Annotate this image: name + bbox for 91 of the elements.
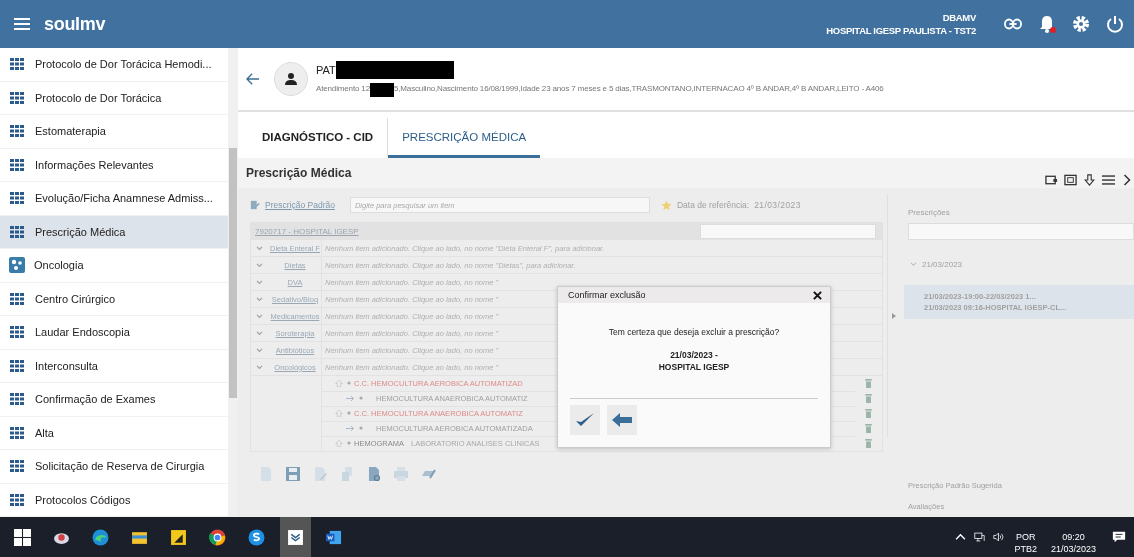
grid-icon	[10, 326, 24, 339]
app-icon[interactable]	[287, 528, 304, 546]
sidebar-item[interactable]: Prescrição Médica	[0, 215, 228, 249]
sidebar-item[interactable]: Protocolo de Dor Torácica	[0, 81, 228, 115]
date-group: 21/03/2023	[922, 260, 963, 269]
reference-date: 21/03/2023	[754, 200, 801, 210]
clock-time[interactable]: 09:20	[1062, 531, 1085, 543]
browser-icon[interactable]	[92, 528, 109, 546]
user-name: DBAMV	[942, 11, 976, 24]
clock-date[interactable]: 21/03/2023	[1050, 543, 1096, 555]
download-icon[interactable]	[1083, 174, 1096, 186]
reference-label: Data de referência:	[676, 200, 750, 210]
expand-icon[interactable]	[1064, 174, 1077, 186]
sidebar-item[interactable]: Protocolo de Dor Torácica Hemodi...	[0, 48, 228, 82]
window-icon[interactable]	[1045, 174, 1058, 186]
sidebar-item[interactable]: Informações Relevantes	[0, 148, 228, 182]
close-icon[interactable]	[813, 290, 822, 300]
avatar	[274, 62, 308, 96]
grid-icon	[10, 426, 24, 439]
bullet-icon	[347, 381, 351, 385]
chat-app-icon[interactable]	[248, 528, 265, 546]
grid-icon	[10, 359, 24, 372]
sidebar-item[interactable]: Centro Cirúrgico	[0, 282, 228, 316]
redaction-bar	[369, 83, 394, 97]
grid-icon	[10, 292, 24, 305]
sidebar-item[interactable]: Solicitação de Reserva de Cirurgia	[0, 450, 228, 484]
arrow-right-icon	[346, 424, 356, 432]
chevron-up-icon[interactable]	[955, 532, 967, 542]
arrow-up-icon	[334, 409, 344, 417]
grid-icon	[10, 58, 24, 71]
filter-field[interactable]	[908, 223, 1134, 240]
bullet-icon	[359, 396, 363, 400]
sidebar-item[interactable]: Laudar Endoscopia	[0, 316, 228, 350]
language-indicator[interactable]: POR	[1015, 531, 1036, 543]
sidebar-item[interactable]: Interconsulta	[0, 349, 228, 383]
cells-icon	[9, 257, 25, 274]
bullet-icon	[359, 426, 363, 430]
patient-details: Atendimento 12	[316, 83, 370, 93]
grid-icon	[10, 493, 24, 506]
grid-icon	[10, 393, 24, 406]
collapse-arrow-icon[interactable]	[892, 312, 897, 319]
checkmark-icon	[575, 412, 595, 428]
browser-icon[interactable]	[209, 528, 226, 546]
logo: soulmv	[44, 13, 106, 35]
grid-icon	[10, 91, 24, 104]
star-icon[interactable]	[660, 199, 672, 211]
network-icon[interactable]	[974, 532, 986, 542]
arrow-right-icon	[346, 394, 356, 402]
document-app-icon[interactable]	[325, 528, 342, 546]
panel-title: Prescrição Médica	[246, 166, 352, 180]
grid-icon	[10, 460, 24, 473]
arrow-up-icon	[334, 439, 344, 447]
grid-icon	[10, 225, 24, 238]
dialog-message: Tem certeza que deseja excluir a prescrição?	[607, 327, 781, 337]
section-title: Prescrições	[907, 207, 951, 219]
dialog-title: Confirmar exclusão	[568, 290, 646, 300]
arrow-left-icon	[612, 413, 632, 427]
save-icon[interactable]	[285, 466, 301, 482]
filter-field[interactable]	[700, 224, 877, 239]
grid-icon	[10, 125, 24, 138]
arrow-up-icon	[334, 379, 344, 387]
sidebar-item[interactable]: Estomaterapia	[0, 115, 228, 149]
grid-icon	[10, 158, 24, 171]
scrollbar-thumb[interactable]	[229, 148, 237, 398]
back-arrow-icon[interactable]	[246, 73, 260, 85]
grid-icon	[10, 192, 24, 205]
confirm-button[interactable]	[570, 405, 600, 435]
bullet-icon	[347, 411, 351, 415]
power-icon[interactable]	[1106, 15, 1124, 33]
find-icon[interactable]	[366, 466, 382, 482]
sidebar-item[interactable]: Confirmação de Exames	[0, 383, 228, 417]
dialog-detail: HOSPITAL IGESP	[658, 361, 730, 373]
app-icon[interactable]	[170, 528, 187, 546]
settings-icon[interactable]	[1072, 15, 1090, 33]
menu-icon[interactable]	[1102, 174, 1115, 186]
patient-name: PAT	[316, 64, 336, 76]
keyboard-layout[interactable]: PTB2	[1014, 543, 1037, 555]
bell-icon[interactable]	[1038, 15, 1056, 33]
notifications-icon[interactable]	[1112, 530, 1126, 544]
back-button[interactable]	[607, 405, 637, 435]
document-icon	[250, 200, 260, 210]
bullet-icon	[347, 441, 351, 445]
sidebar-item[interactable]: Alta	[0, 416, 228, 450]
sidebar-item[interactable]: Evolução/Ficha Anamnese Admiss...	[0, 182, 228, 216]
sidebar-item[interactable]: Oncologia	[0, 249, 228, 283]
hospital-name: HOSPITAL IGESP PAULISTA - TST2	[826, 24, 976, 37]
dialog-detail: 21/03/2023 -	[670, 349, 718, 361]
menu-icon[interactable]	[14, 18, 30, 30]
start-icon[interactable]	[14, 528, 31, 546]
volume-icon[interactable]	[993, 532, 1005, 542]
patient-details: 5,Masculino,Nascimento 16/08/1999,Idade 23 anos 7 meses e 5 dias,TRASMONTANO,INTERNACAO 4º B ANDAR,4º B ANDAR,LEITO - A406	[393, 83, 884, 93]
